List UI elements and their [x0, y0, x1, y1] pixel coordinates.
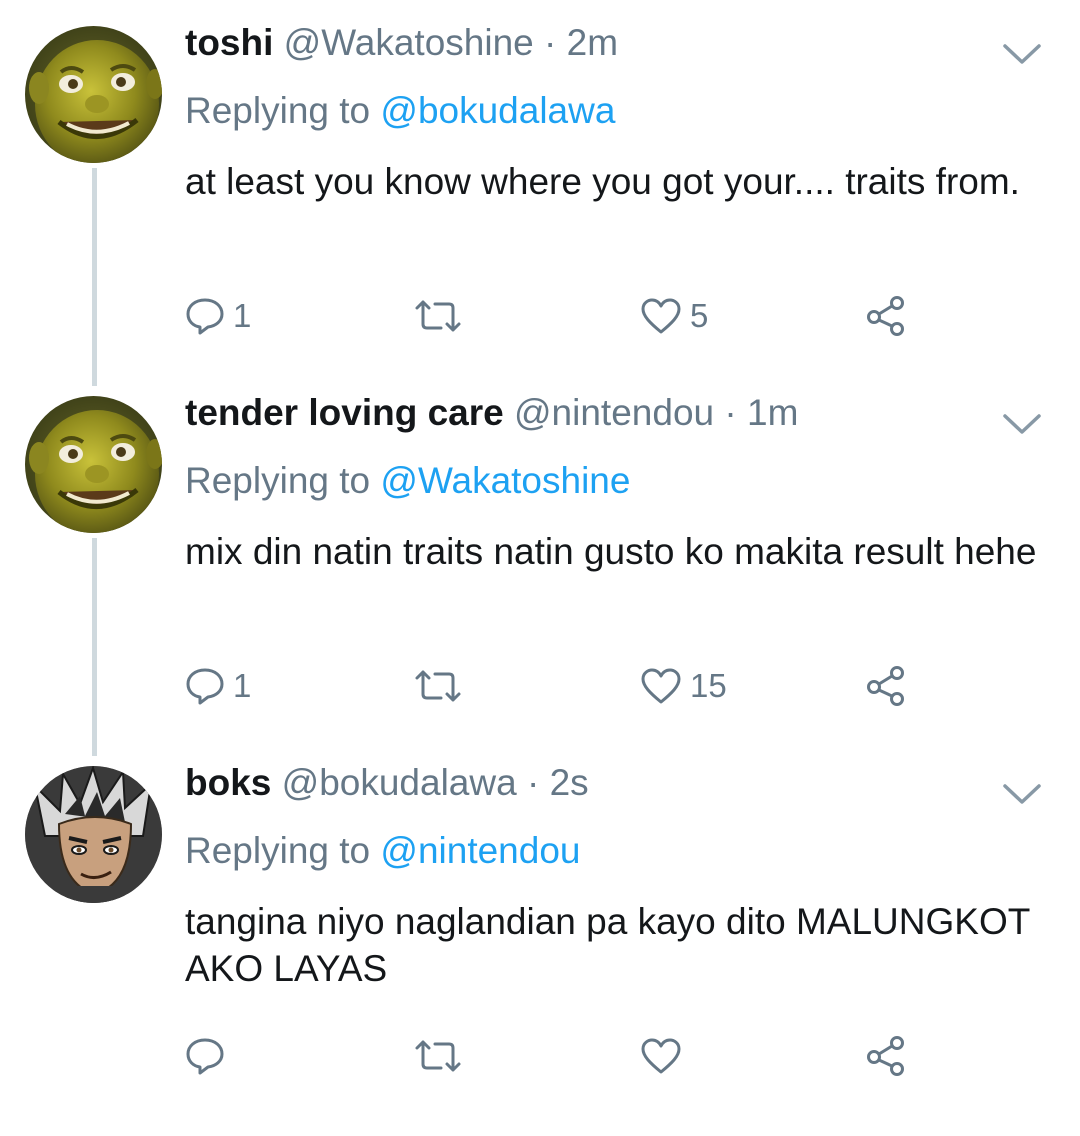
reply-button[interactable]	[185, 1026, 233, 1086]
replying-to-label: Replying to	[185, 460, 371, 501]
shrek-face-avatar-icon	[25, 396, 162, 533]
tweet[interactable]: toshi @Wakatoshine · 2m Replying to @bok…	[0, 22, 1080, 396]
heart-icon	[641, 298, 681, 334]
chevron-down-icon[interactable]	[1002, 782, 1042, 806]
tweet-header: tender loving care @nintendou · 1m	[185, 390, 798, 436]
like-button[interactable]: 15	[640, 656, 727, 716]
heart-icon	[641, 668, 681, 704]
chevron-down-icon[interactable]	[1002, 42, 1042, 66]
display-name[interactable]: toshi	[185, 22, 273, 63]
share-button[interactable]	[865, 656, 907, 716]
display-name[interactable]: boks	[185, 762, 271, 803]
like-button[interactable]: 5	[640, 286, 708, 346]
share-icon	[867, 1036, 904, 1076]
retweet-button[interactable]	[413, 1026, 471, 1086]
retweet-button[interactable]	[413, 656, 471, 716]
separator-dot: ·	[526, 762, 540, 803]
replying-to-handle[interactable]: @nintendou	[380, 830, 580, 871]
timestamp[interactable]: 2m	[567, 22, 618, 63]
user-handle[interactable]: @Wakatoshine	[284, 22, 534, 63]
tweet-actions: 1 5	[185, 286, 1045, 346]
like-button[interactable]	[640, 1026, 690, 1086]
tweet-text: mix din natin traits natin gusto ko maki…	[185, 531, 1037, 572]
replying-to-label: Replying to	[185, 90, 371, 131]
tweet[interactable]: boks @bokudalawa · 2s Replying to @ninte…	[0, 762, 1080, 1136]
reply-icon	[186, 298, 224, 335]
retweet-icon	[415, 300, 461, 332]
separator-dot: ·	[724, 392, 737, 433]
replying-to: Replying to @Wakatoshine	[185, 458, 630, 504]
reply-count: 1	[233, 297, 252, 334]
heart-icon	[641, 1038, 681, 1074]
replying-to-handle[interactable]: @Wakatoshine	[380, 460, 630, 501]
like-count: 5	[690, 297, 709, 334]
avatar[interactable]	[25, 766, 162, 903]
reply-icon	[186, 668, 224, 705]
separator-dot: ·	[544, 22, 557, 63]
retweet-icon	[415, 1040, 461, 1072]
avatar[interactable]	[25, 396, 162, 533]
tweet-text: tangina niyo naglandian pa kayo dito MAL…	[185, 901, 1030, 989]
share-button[interactable]	[865, 1026, 907, 1086]
reply-count: 1	[233, 667, 252, 704]
anime-character-avatar-icon	[25, 766, 162, 903]
shrek-face-avatar-icon	[25, 26, 162, 163]
tweet-actions: 1 15	[185, 656, 1045, 716]
share-icon	[867, 296, 904, 336]
reply-button[interactable]: 1	[185, 286, 251, 346]
share-button[interactable]	[865, 286, 907, 346]
chevron-down-icon[interactable]	[1002, 412, 1042, 436]
retweet-button[interactable]	[413, 286, 471, 346]
display-name[interactable]: tender loving care	[185, 392, 504, 433]
tweet-text: at least you know where you got your....…	[185, 161, 1020, 202]
replying-to-label: Replying to	[185, 830, 371, 871]
replying-to: Replying to @bokudalawa	[185, 88, 615, 134]
tweet[interactable]: tender loving care @nintendou · 1m Reply…	[0, 392, 1080, 766]
timestamp[interactable]: 1m	[747, 392, 798, 433]
tweet-actions	[185, 1026, 1045, 1086]
share-icon	[867, 666, 904, 706]
timestamp[interactable]: 2s	[550, 762, 589, 803]
user-handle[interactable]: @nintendou	[514, 392, 714, 433]
retweet-icon	[415, 670, 461, 702]
replying-to: Replying to @nintendou	[185, 828, 581, 874]
avatar[interactable]	[25, 26, 162, 163]
like-count: 15	[690, 667, 727, 704]
replying-to-handle[interactable]: @bokudalawa	[380, 90, 615, 131]
tweet-header: toshi @Wakatoshine · 2m	[185, 20, 618, 66]
reply-button[interactable]: 1	[185, 656, 251, 716]
tweet-header: boks @bokudalawa · 2s	[185, 760, 589, 806]
user-handle[interactable]: @bokudalawa	[282, 762, 517, 803]
reply-icon	[186, 1038, 224, 1075]
